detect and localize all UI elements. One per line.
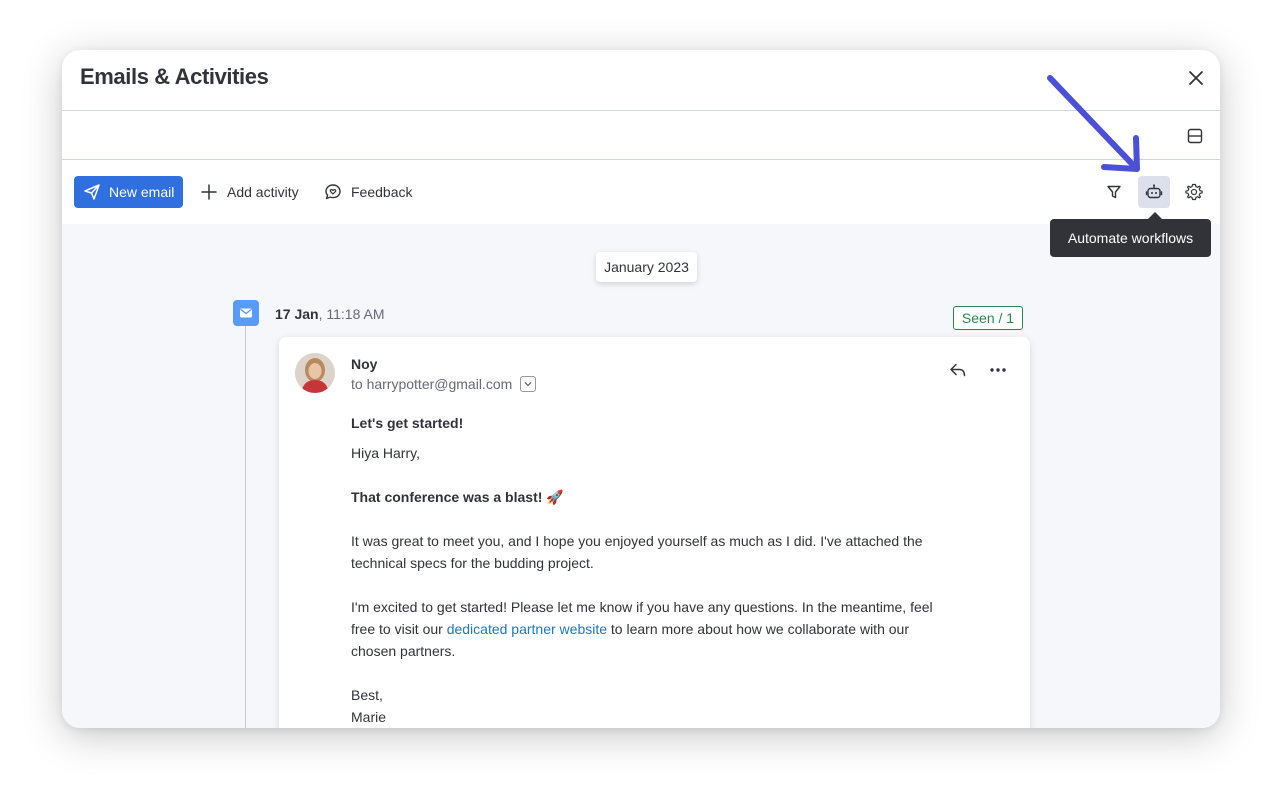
activity-feed: January 2023 17 Jan, 11:18 AM Seen / 1 N… — [62, 224, 1220, 728]
settings-button[interactable] — [1178, 176, 1210, 208]
panel-title: Emails & Activities — [80, 64, 269, 89]
add-activity-button[interactable]: Add activity — [200, 176, 299, 208]
email-highlight: That conference was a blast! 🚀 — [351, 489, 564, 505]
filter-icon — [1107, 185, 1121, 199]
mail-icon — [240, 308, 252, 318]
add-activity-label: Add activity — [227, 184, 299, 200]
email-paragraph-1: It was great to meet you, and I hope you… — [351, 533, 923, 571]
chevron-down-icon — [524, 382, 532, 387]
close-icon — [1189, 71, 1203, 85]
automate-workflows-tooltip: Automate workflows — [1050, 219, 1211, 257]
email-signature: Marie — [351, 709, 387, 725]
feedback-icon — [325, 184, 341, 200]
tooltip-pointer — [1148, 212, 1162, 219]
more-icon — [990, 368, 1006, 372]
feedback-button[interactable]: Feedback — [324, 176, 412, 208]
layout-icon — [1187, 128, 1203, 144]
new-email-label: New email — [109, 184, 175, 200]
gear-icon — [1185, 183, 1203, 201]
layout-toggle-button[interactable] — [1181, 122, 1209, 150]
activity-date: 17 Jan — [275, 306, 319, 322]
email-activity-badge — [233, 300, 259, 326]
email-paragraph-2: I'm excited to get started! Please let m… — [351, 596, 951, 662]
email-card: Noy to harrypotter@gmail.com Let's get s… — [279, 337, 1030, 728]
recipient-line: to harrypotter@gmail.com — [351, 376, 537, 392]
activity-timestamp: 17 Jan, 11:18 AM — [275, 306, 385, 322]
feedback-label: Feedback — [351, 184, 413, 200]
email-greeting: Hiya Harry, — [351, 445, 420, 461]
plus-icon — [201, 184, 217, 200]
partner-website-link[interactable]: dedicated partner website — [447, 621, 607, 637]
email-signoff: Best, — [351, 687, 383, 703]
automate-workflows-button[interactable] — [1138, 176, 1170, 208]
activity-time: , 11:18 AM — [318, 306, 385, 322]
month-divider-chip: January 2023 — [596, 252, 697, 282]
recipient-address: to harrypotter@gmail.com — [351, 376, 513, 392]
reply-icon — [950, 363, 966, 377]
timeline-line — [245, 324, 246, 728]
email-subject: Let's get started! — [351, 415, 464, 431]
new-email-button[interactable]: New email — [74, 176, 183, 208]
more-actions-button[interactable] — [984, 356, 1012, 384]
send-icon — [84, 184, 100, 200]
annotation-arrow-icon — [1047, 75, 1140, 172]
expand-recipients-button[interactable] — [520, 376, 537, 392]
seen-status-badge[interactable]: Seen / 1 — [953, 306, 1023, 330]
close-button[interactable] — [1182, 64, 1210, 92]
reply-button[interactable] — [944, 356, 972, 384]
filter-button[interactable] — [1098, 176, 1130, 208]
sender-name: Noy — [351, 356, 378, 372]
email-body: Let's get started! Hiya Harry, That conf… — [351, 412, 951, 728]
robot-icon — [1145, 184, 1163, 199]
avatar — [295, 353, 335, 393]
